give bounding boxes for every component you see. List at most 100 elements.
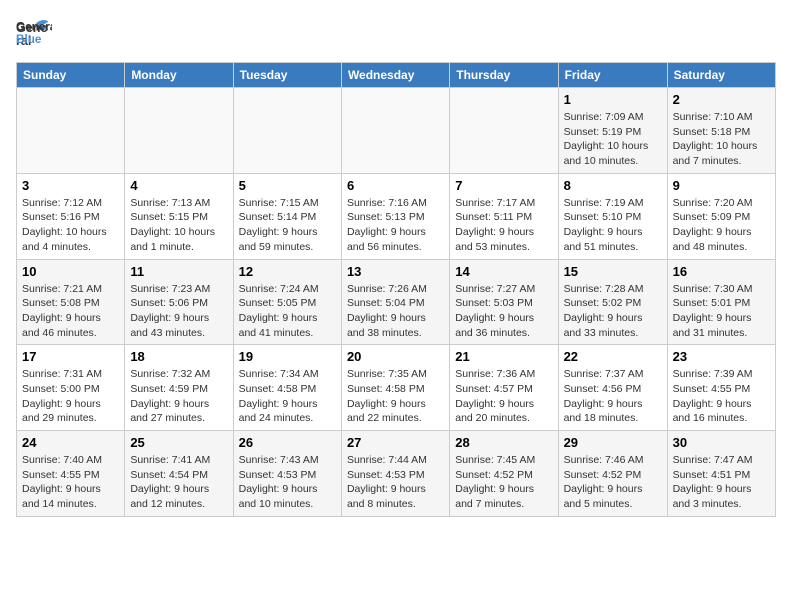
day-number: 2 [673, 92, 770, 107]
calendar-cell: 25Sunrise: 7:41 AMSunset: 4:54 PMDayligh… [125, 431, 233, 517]
calendar-cell: 4 Sunrise: 7:13 AMSunset: 5:15 PMDaylight… [125, 173, 233, 259]
day-number: 11 [130, 264, 227, 279]
weekday-header-wednesday: Wednesday [341, 63, 449, 88]
day-number: 4 [130, 178, 227, 193]
calendar-cell: 6 Sunrise: 7:16 AMSunset: 5:13 PMDaylight… [341, 173, 449, 259]
day-number: 6 [347, 178, 444, 193]
calendar-cell [17, 88, 125, 174]
day-info: Sunrise: 7:09 AMSunset: 5:19 PMDaylight:… [564, 110, 662, 169]
svg-text:Blue: Blue [16, 33, 42, 46]
day-info: Sunrise: 7:26 AMSunset: 5:04 PMDaylight:… [347, 282, 444, 341]
day-info: Sunrise: 7:17 AMSunset: 5:11 PMDaylight:… [455, 196, 552, 255]
day-number: 15 [564, 264, 662, 279]
day-info: Sunrise: 7:12 AMSunset: 5:16 PMDaylight:… [22, 196, 119, 255]
calendar-cell [233, 88, 341, 174]
weekday-header-sunday: Sunday [17, 63, 125, 88]
calendar-cell: 19 Sunrise: 7:34 AMSunset: 4:58 PMDayligh… [233, 345, 341, 431]
day-info: Sunrise: 7:28 AMSunset: 5:02 PMDaylight:… [564, 282, 662, 341]
calendar-week-3: 10 Sunrise: 7:21 AMSunset: 5:08 PMDayligh… [17, 259, 776, 345]
day-info: Sunrise: 7:47 AMSunset: 4:51 PMDaylight:… [673, 453, 770, 512]
day-number: 29 [564, 435, 662, 450]
day-number: 17 [22, 349, 119, 364]
day-number: 27 [347, 435, 444, 450]
weekday-header-saturday: Saturday [667, 63, 775, 88]
calendar-cell: 24 Sunrise: 7:40 AMSunset: 4:55 PMDayligh… [17, 431, 125, 517]
day-info: Sunrise: 7:32 AMSunset: 4:59 PMDaylight:… [130, 367, 227, 426]
day-number: 21 [455, 349, 552, 364]
day-info: Sunrise: 7:39 AMSunset: 4:55 PMDaylight:… [673, 367, 770, 426]
day-info: Sunrise: 7:30 AMSunset: 5:01 PMDaylight:… [673, 282, 770, 341]
day-info: Sunrise: 7:27 AMSunset: 5:03 PMDaylight:… [455, 282, 552, 341]
calendar-cell: 5 Sunrise: 7:15 AMSunset: 5:14 PMDaylight… [233, 173, 341, 259]
day-info: Sunrise: 7:24 AMSunset: 5:05 PMDaylight:… [239, 282, 336, 341]
day-number: 18 [130, 349, 227, 364]
calendar-cell: 23Sunrise: 7:39 AMSunset: 4:55 PMDayligh… [667, 345, 775, 431]
day-info: Sunrise: 7:37 AMSunset: 4:56 PMDaylight:… [564, 367, 662, 426]
calendar-cell: 3 Sunrise: 7:12 AMSunset: 5:16 PMDaylight… [17, 173, 125, 259]
calendar-cell: 18 Sunrise: 7:32 AMSunset: 4:59 PMDayligh… [125, 345, 233, 431]
day-info: Sunrise: 7:45 AMSunset: 4:52 PMDaylight:… [455, 453, 552, 512]
day-number: 19 [239, 349, 336, 364]
calendar-cell: 27Sunrise: 7:44 AMSunset: 4:53 PMDayligh… [341, 431, 449, 517]
day-number: 26 [239, 435, 336, 450]
day-number: 13 [347, 264, 444, 279]
day-info: Sunrise: 7:21 AMSunset: 5:08 PMDaylight:… [22, 282, 119, 341]
day-info: Sunrise: 7:16 AMSunset: 5:13 PMDaylight:… [347, 196, 444, 255]
weekday-header-friday: Friday [558, 63, 667, 88]
day-number: 9 [673, 178, 770, 193]
calendar-table: SundayMondayTuesdayWednesdayThursdayFrid… [16, 62, 776, 517]
weekday-header-tuesday: Tuesday [233, 63, 341, 88]
weekday-header-thursday: Thursday [450, 63, 558, 88]
day-number: 20 [347, 349, 444, 364]
weekday-header-monday: Monday [125, 63, 233, 88]
day-info: Sunrise: 7:13 AMSunset: 5:15 PMDaylight:… [130, 196, 227, 255]
calendar-cell: 10 Sunrise: 7:21 AMSunset: 5:08 PMDayligh… [17, 259, 125, 345]
calendar-cell: 17 Sunrise: 7:31 AMSunset: 5:00 PMDayligh… [17, 345, 125, 431]
day-info: Sunrise: 7:23 AMSunset: 5:06 PMDaylight:… [130, 282, 227, 341]
calendar-cell: 15 Sunrise: 7:28 AMSunset: 5:02 PMDayligh… [558, 259, 667, 345]
calendar-cell [450, 88, 558, 174]
calendar-cell: 22 Sunrise: 7:37 AMSunset: 4:56 PMDayligh… [558, 345, 667, 431]
day-info: Sunrise: 7:36 AMSunset: 4:57 PMDaylight:… [455, 367, 552, 426]
calendar-cell: 8Sunrise: 7:19 AMSunset: 5:10 PMDaylight… [558, 173, 667, 259]
day-number: 22 [564, 349, 662, 364]
day-number: 14 [455, 264, 552, 279]
calendar-cell: 21 Sunrise: 7:36 AMSunset: 4:57 PMDayligh… [450, 345, 558, 431]
day-number: 12 [239, 264, 336, 279]
calendar-body: 1 Sunrise: 7:09 AMSunset: 5:19 PMDaylight… [17, 88, 776, 517]
day-info: Sunrise: 7:10 AMSunset: 5:18 PMDaylight:… [673, 110, 770, 169]
calendar-cell: 14 Sunrise: 7:27 AMSunset: 5:03 PMDayligh… [450, 259, 558, 345]
day-info: Sunrise: 7:40 AMSunset: 4:55 PMDaylight:… [22, 453, 119, 512]
calendar-cell [341, 88, 449, 174]
svg-text:General: General [16, 20, 52, 33]
day-info: Sunrise: 7:31 AMSunset: 5:00 PMDaylight:… [22, 367, 119, 426]
calendar-cell: 1 Sunrise: 7:09 AMSunset: 5:19 PMDaylight… [558, 88, 667, 174]
day-info: Sunrise: 7:46 AMSunset: 4:52 PMDaylight:… [564, 453, 662, 512]
day-number: 25 [130, 435, 227, 450]
day-info: Sunrise: 7:20 AMSunset: 5:09 PMDaylight:… [673, 196, 770, 255]
day-number: 24 [22, 435, 119, 450]
day-info: Sunrise: 7:34 AMSunset: 4:58 PMDaylight:… [239, 367, 336, 426]
day-number: 1 [564, 92, 662, 107]
calendar-week-2: 3 Sunrise: 7:12 AMSunset: 5:16 PMDaylight… [17, 173, 776, 259]
page-header: Gene ral General Blue [16, 16, 776, 52]
day-number: 30 [673, 435, 770, 450]
day-number: 3 [22, 178, 119, 193]
calendar-cell: 26 Sunrise: 7:43 AMSunset: 4:53 PMDayligh… [233, 431, 341, 517]
calendar-cell: 9 Sunrise: 7:20 AMSunset: 5:09 PMDaylight… [667, 173, 775, 259]
calendar-cell: 16Sunrise: 7:30 AMSunset: 5:01 PMDayligh… [667, 259, 775, 345]
day-info: Sunrise: 7:15 AMSunset: 5:14 PMDaylight:… [239, 196, 336, 255]
day-number: 5 [239, 178, 336, 193]
calendar-week-1: 1 Sunrise: 7:09 AMSunset: 5:19 PMDaylight… [17, 88, 776, 174]
calendar-week-5: 24 Sunrise: 7:40 AMSunset: 4:55 PMDayligh… [17, 431, 776, 517]
calendar-week-4: 17 Sunrise: 7:31 AMSunset: 5:00 PMDayligh… [17, 345, 776, 431]
day-number: 28 [455, 435, 552, 450]
calendar-cell: 7Sunrise: 7:17 AMSunset: 5:11 PMDaylight… [450, 173, 558, 259]
day-info: Sunrise: 7:43 AMSunset: 4:53 PMDaylight:… [239, 453, 336, 512]
logo: Gene ral General Blue [16, 16, 58, 52]
calendar-header-row: SundayMondayTuesdayWednesdayThursdayFrid… [17, 63, 776, 88]
calendar-cell: 20Sunrise: 7:35 AMSunset: 4:58 PMDayligh… [341, 345, 449, 431]
calendar-cell: 2 Sunrise: 7:10 AMSunset: 5:18 PMDaylight… [667, 88, 775, 174]
calendar-cell: 30 Sunrise: 7:47 AMSunset: 4:51 PMDayligh… [667, 431, 775, 517]
day-number: 10 [22, 264, 119, 279]
